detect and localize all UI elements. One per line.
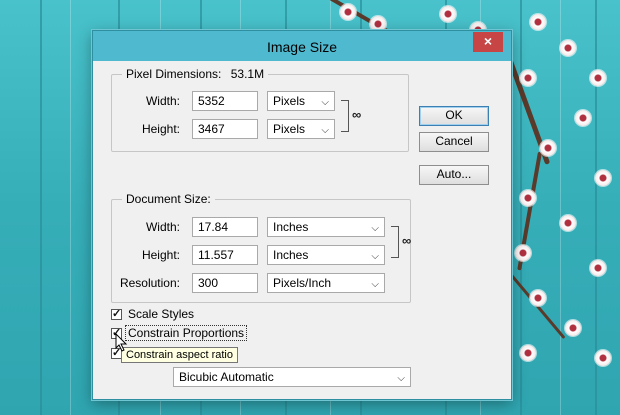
doc-height-label: Height:: [141, 248, 180, 262]
title-bar[interactable]: Image Size ×: [93, 31, 511, 61]
constrain-bracket: [341, 100, 349, 132]
pixel-width-label: Width:: [145, 94, 180, 108]
tooltip: Constrain aspect ratio: [121, 347, 238, 363]
doc-height-unit-select[interactable]: Inches ⌵: [267, 245, 385, 265]
chevron-down-icon: ⌵: [371, 279, 379, 290]
dialog-body: Pixel Dimensions: 53.1M Width: 5352 Pixe…: [101, 61, 503, 391]
pixel-height-label: Height:: [141, 122, 180, 136]
resolution-input[interactable]: 300: [192, 273, 258, 293]
window-title: Image Size: [266, 39, 338, 55]
pixel-width-unit-select[interactable]: Pixels ⌵: [267, 91, 335, 111]
resolution-unit-value: Pixels/Inch: [273, 276, 332, 290]
constrain-proportions-label[interactable]: Constrain Proportions: [124, 325, 248, 341]
pixel-dimensions-legend: Pixel Dimensions: 53.1M: [122, 67, 269, 81]
doc-width-label: Width:: [145, 220, 180, 234]
doc-width-input[interactable]: 17.84: [192, 217, 258, 237]
blossom: [340, 4, 356, 20]
constrain-bracket: [391, 226, 399, 258]
resample-method-select[interactable]: Bicubic Automatic ⌵: [173, 367, 411, 387]
pixel-dimensions-group: Pixel Dimensions: 53.1M Width: 5352 Pixe…: [111, 67, 409, 152]
pixel-height-unit-select[interactable]: Pixels ⌵: [267, 119, 335, 139]
pixel-dimensions-size: 53.1M: [230, 67, 265, 81]
chain-link-icon: ∞: [402, 233, 412, 248]
doc-height-unit-value: Inches: [273, 248, 309, 262]
ok-button[interactable]: OK: [419, 106, 489, 126]
scale-styles-checkbox[interactable]: ✓: [111, 308, 122, 320]
chevron-down-icon: ⌵: [321, 125, 329, 136]
pixel-height-input[interactable]: 3467: [192, 119, 258, 139]
doc-width-unit-value: Inches: [273, 220, 309, 234]
chevron-down-icon: ⌵: [397, 373, 405, 384]
chevron-down-icon: ⌵: [371, 251, 379, 262]
pixel-width-unit-value: Pixels: [273, 94, 306, 108]
checkmark-icon: ✓: [112, 308, 122, 320]
resample-method-value: Bicubic Automatic: [179, 370, 274, 384]
resolution-unit-select[interactable]: Pixels/Inch ⌵: [267, 273, 385, 293]
resolution-label: Resolution:: [119, 276, 180, 290]
chevron-down-icon: ⌵: [371, 223, 379, 234]
chevron-down-icon: ⌵: [321, 97, 329, 108]
scale-styles-label[interactable]: Scale Styles: [128, 307, 194, 321]
pixel-height-unit-value: Pixels: [273, 122, 306, 136]
doc-width-unit-select[interactable]: Inches ⌵: [267, 217, 385, 237]
cancel-button[interactable]: Cancel: [419, 132, 489, 152]
pixel-width-input[interactable]: 5352: [192, 91, 258, 111]
pixel-dimensions-label: Pixel Dimensions:: [126, 67, 222, 81]
document-size-group: Document Size: Width: 17.84 Inches ⌵ Hei…: [111, 192, 412, 303]
doc-height-input[interactable]: 11.557: [192, 245, 258, 265]
mouse-cursor-icon: [115, 333, 128, 352]
document-size-legend: Document Size:: [122, 192, 215, 206]
auto-button[interactable]: Auto...: [419, 165, 489, 185]
image-size-dialog: Image Size × Pixel Dimensions: 53.1M Wid…: [92, 30, 512, 400]
close-button[interactable]: ×: [473, 32, 503, 52]
chain-link-icon: ∞: [352, 107, 362, 122]
